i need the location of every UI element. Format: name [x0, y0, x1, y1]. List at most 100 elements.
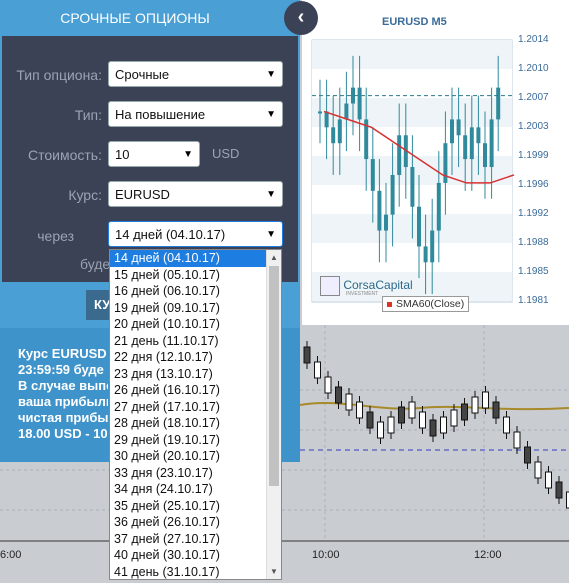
bg-candle: [555, 481, 563, 499]
dropdown-option[interactable]: 29 дней (19.10.17): [110, 432, 266, 449]
rate-select[interactable]: EURUSD ▼: [108, 181, 283, 207]
scroll-up-icon[interactable]: ▲: [270, 253, 278, 262]
dropdown-option[interactable]: 26 дней (16.10.17): [110, 382, 266, 399]
candle: [384, 214, 388, 231]
candle: [410, 167, 415, 207]
dropdown-option[interactable]: 41 день (31.10.17): [110, 564, 266, 581]
option-form: Тип опциона: Срочные ▼ Тип: На повышение ▼…: [2, 36, 298, 282]
dropdown-option[interactable]: 23 дня (13.10.17): [110, 366, 266, 383]
cost-select[interactable]: 10 ▼: [108, 141, 200, 167]
bg-candle: [429, 419, 437, 437]
dropdown-option[interactable]: 19 дней (09.10.17): [110, 300, 266, 317]
info-line: чистая прибыл: [18, 410, 108, 425]
candle: [397, 135, 402, 175]
dropdown-option[interactable]: 15 дней (05.10.17): [110, 267, 266, 284]
dropdown-option[interactable]: 16 дней (06.10.17): [110, 283, 266, 300]
dropdown-option[interactable]: 30 дней (20.10.17): [110, 448, 266, 465]
bg-candle: [408, 401, 416, 419]
dropdown-arrow-icon: ▼: [266, 229, 276, 240]
y-tick-label: 1.2014: [518, 34, 549, 45]
candle: [450, 119, 454, 144]
bg-candle: [461, 403, 468, 421]
bg-candle: [419, 411, 426, 429]
dropdown-option[interactable]: 35 дней (25.10.17): [110, 498, 266, 515]
mini-chart-panel: EURUSD M5 1.2014 1.2010 1.2007 1.2003 1.1999…: [302, 0, 569, 325]
candle: [337, 119, 342, 144]
bg-candle: [534, 461, 542, 479]
y-tick-label: 1.1985: [518, 266, 549, 277]
bg-candle: [303, 346, 311, 364]
candle: [318, 111, 322, 114]
candle: [430, 230, 435, 263]
bg-candle: [377, 421, 384, 439]
bg-candle: [398, 406, 405, 424]
dropdown-option[interactable]: 36 дней (26.10.17): [110, 514, 266, 531]
bg-candle: [503, 416, 510, 434]
grid-band: [312, 98, 512, 127]
panel-title: СРОЧНЫЕ ОПЦИОНЫ: [60, 10, 210, 26]
dropdown-option[interactable]: 21 день (11.10.17): [110, 333, 266, 350]
expiry-select[interactable]: 14 дней (04.10.17) ▼: [108, 221, 283, 247]
candle: [370, 159, 375, 191]
bg-candle: [366, 411, 374, 429]
dropdown-option[interactable]: 22 дня (12.10.17): [110, 349, 266, 366]
scroll-down-icon[interactable]: ▼: [270, 567, 278, 576]
dropdown-option[interactable]: 33 дня (23.10.17): [110, 465, 266, 482]
bg-candle: [345, 393, 353, 411]
y-tick-label: 1.2007: [518, 92, 549, 103]
grid-band: [312, 243, 512, 272]
candle: [390, 174, 395, 215]
candle: [331, 127, 336, 144]
dropdown-arrow-icon: ▼: [266, 189, 276, 200]
grid-band: [312, 40, 512, 69]
y-tick-label: 1.2003: [518, 121, 549, 132]
dropdown-option[interactable]: 14 дней (04.10.17): [110, 250, 266, 267]
dropdown-option[interactable]: 37 дней (27.10.17): [110, 531, 266, 548]
x-axis-label: 12:00: [474, 549, 502, 561]
y-tick-label: 1.1992: [518, 208, 549, 219]
y-tick-label: 1.1996: [518, 179, 549, 190]
dropdown-option[interactable]: 20 дней (10.10.17): [110, 316, 266, 333]
info-line: Курс EURUSD: [18, 346, 107, 361]
partial-label: буде: [80, 256, 110, 272]
bg-candle: [492, 401, 500, 419]
candle: [324, 111, 329, 128]
option-type-label: Тип опциона:: [16, 67, 102, 83]
dropdown-option[interactable]: 27 дней (17.10.17): [110, 399, 266, 416]
info-line: 18.00 USD - 10: [18, 426, 108, 441]
dropdown-arrow-icon: ▼: [266, 109, 276, 120]
scrollbar-thumb[interactable]: [269, 266, 279, 486]
candle: [423, 246, 428, 263]
legend-label: SMA60(Close): [396, 298, 465, 310]
info-line: В случае выпо: [18, 378, 108, 393]
dropdown-option[interactable]: 40 дней (30.10.17): [110, 547, 266, 564]
currency-label: USD: [212, 146, 240, 161]
dropdown-option[interactable]: 34 дня (24.10.17): [110, 481, 266, 498]
collapse-panel-button[interactable]: ‹: [284, 1, 318, 35]
cost-value: 10: [115, 147, 130, 162]
bg-candle: [471, 396, 479, 414]
type-label: Тип:: [74, 107, 102, 123]
candle: [489, 119, 494, 168]
dropdown-scrollbar[interactable]: ▲ ▼: [266, 250, 281, 579]
info-line: ваша прибыль: [18, 394, 108, 409]
x-axis-label: 6:00: [0, 549, 22, 561]
dropdown-option[interactable]: 28 дней (18.10.17): [110, 415, 266, 432]
option-type-select[interactable]: Срочные ▼: [108, 61, 283, 87]
type-select[interactable]: На повышение ▼: [108, 101, 283, 127]
bg-candle: [324, 376, 332, 394]
candle: [476, 127, 481, 144]
candle: [417, 206, 421, 247]
candle: [436, 182, 441, 231]
candle: [469, 127, 474, 160]
dropdown-arrow-icon: ▼: [183, 149, 193, 160]
expiry-value: 14 дней (04.10.17): [115, 227, 226, 242]
bg-candle: [440, 416, 447, 434]
legend-swatch: [387, 301, 392, 307]
bg-candle: [513, 431, 521, 449]
bg-candle: [314, 361, 321, 379]
grid-band: [312, 69, 512, 98]
x-axis-label: 10:00: [312, 549, 340, 561]
rate-value: EURUSD: [115, 187, 170, 202]
bg-candle: [335, 386, 342, 404]
